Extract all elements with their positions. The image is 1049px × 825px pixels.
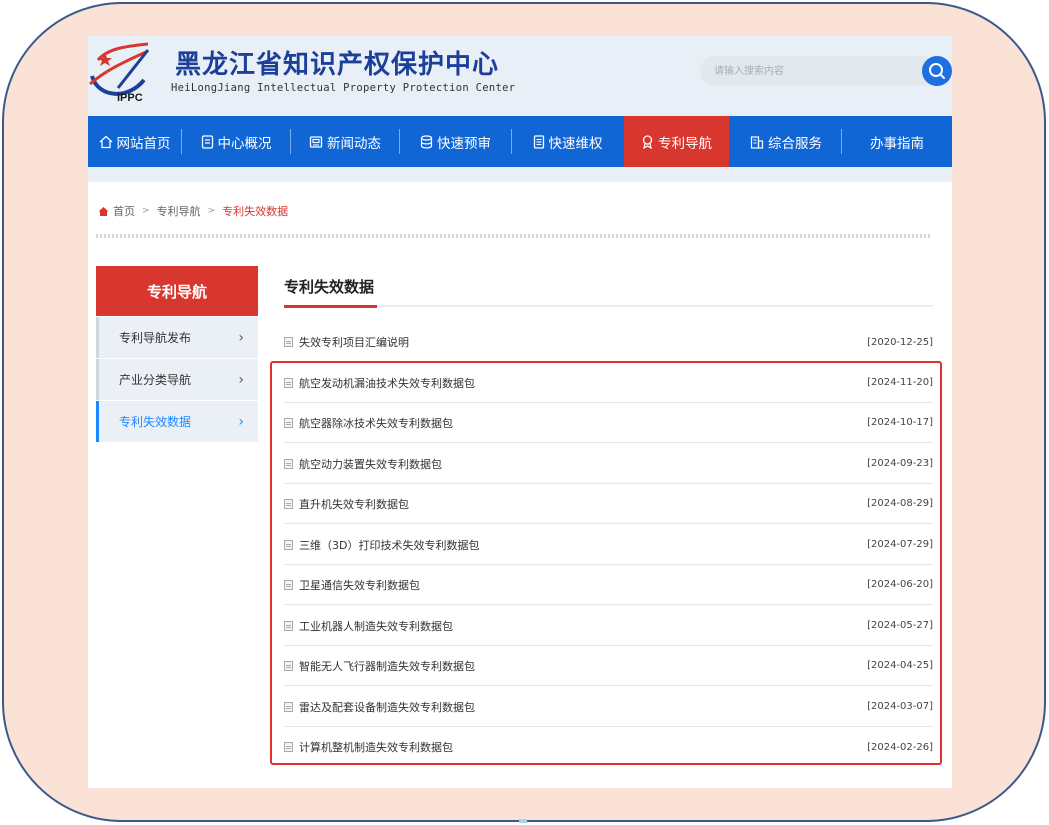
search-input[interactable] — [714, 63, 904, 79]
document-icon — [284, 337, 293, 347]
nav-item-label: 快速维权 — [548, 135, 603, 152]
list-item[interactable]: 失效专利项目汇编说明 [2020-12-25] — [284, 322, 933, 362]
site-header: IPPC 黑龙江省知识产权保护中心 HeiLongJiang Intellect… — [88, 36, 952, 116]
home-icon — [99, 135, 112, 148]
nav-item-services[interactable]: 综合服务 — [731, 116, 841, 167]
nav-item-label: 专利导航 — [658, 135, 712, 152]
nav-item-rights[interactable]: 快速维权 — [512, 116, 623, 167]
nav-item-label: 综合服务 — [768, 135, 822, 152]
list-item-title[interactable]: 失效专利项目汇编说明 — [299, 334, 409, 350]
breadcrumb-patent-navigation[interactable]: 专利导航 — [157, 203, 201, 219]
document-icon — [201, 134, 213, 149]
frame-marker — [519, 819, 527, 823]
nav-item-label: 快速预审 — [437, 135, 491, 152]
title-underline-accent — [284, 305, 377, 308]
award-icon — [642, 134, 653, 149]
chevron-right-icon: › — [238, 413, 244, 430]
search-icon — [929, 63, 945, 79]
chevron-right-icon: › — [238, 371, 244, 388]
header-band — [88, 167, 952, 182]
nav-item-label: 网站首页 — [116, 135, 171, 152]
content-title: 专利失效数据 — [284, 278, 375, 296]
breadcrumb-separator: > — [207, 206, 216, 216]
nav-item-guide[interactable]: 办事指南 — [842, 116, 952, 167]
file-icon — [533, 134, 544, 149]
home-icon — [98, 206, 109, 216]
nav-item-patent-navigation[interactable]: 专利导航 — [624, 116, 729, 167]
breadcrumb-home[interactable]: 首页 — [113, 203, 135, 219]
chevron-right-icon: › — [238, 329, 244, 346]
database-icon — [420, 134, 433, 148]
sidebar-heading: 专利导航 — [96, 266, 258, 316]
divider — [96, 234, 932, 238]
nav-item-news[interactable]: 新闻动态 — [291, 116, 399, 167]
search-button[interactable] — [922, 56, 952, 86]
site-title: 黑龙江省知识产权保护中心 — [175, 50, 500, 80]
breadcrumb: 首页 > 专利导航 > 专利失效数据 — [98, 203, 288, 219]
breadcrumb-separator: > — [142, 206, 150, 216]
sidebar-item-label: 专利导航发布 — [119, 331, 192, 345]
sidebar-item-expired-patent-data[interactable]: 专利失效数据 › — [96, 401, 258, 442]
sidebar-item-label: 专利失效数据 — [119, 415, 192, 429]
nav-item-label: 中心概况 — [217, 135, 272, 152]
sidebar-item-label: 产业分类导航 — [119, 373, 192, 387]
nav-item-pre-exam[interactable]: 快速预审 — [400, 116, 511, 167]
main-nav: 网站首页 中心概况 新闻动态 快速预审 快速维权 专利导航 综合服务 办事指南 — [88, 116, 952, 167]
nav-item-label: 办事指南 — [870, 135, 924, 152]
search-box — [700, 56, 936, 86]
sidebar-item-industry-navigation[interactable]: 产业分类导航 › — [96, 359, 258, 400]
site-subtitle: HeiLongJiang Intellectual Property Prote… — [171, 82, 516, 94]
highlight-box — [270, 361, 942, 765]
nav-item-about[interactable]: 中心概况 — [182, 116, 290, 167]
nav-item-home[interactable]: 网站首页 — [88, 116, 181, 167]
title-underline — [284, 305, 933, 307]
logo-text: IPPC — [117, 92, 143, 104]
building-icon — [750, 135, 764, 149]
sidebar-item-patent-navigation-release[interactable]: 专利导航发布 › — [96, 317, 258, 358]
nav-item-label: 新闻动态 — [327, 135, 381, 152]
news-icon — [309, 135, 323, 148]
breadcrumb-current[interactable]: 专利失效数据 — [222, 203, 288, 219]
list-item-date: [2020-12-25] — [867, 336, 933, 348]
